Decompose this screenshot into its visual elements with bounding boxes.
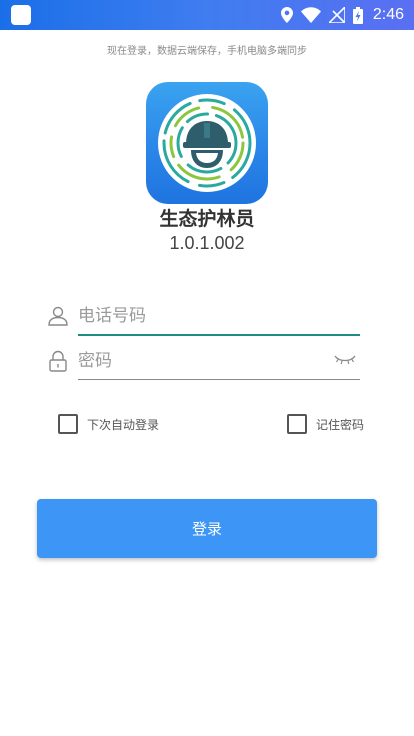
phone-field	[46, 298, 360, 338]
status-time: 2:46	[372, 6, 404, 23]
status-icons: 2:46	[280, 0, 404, 30]
remember-password-label: 记住密码	[316, 417, 365, 432]
phone-input-underline	[78, 334, 360, 336]
phone-input[interactable]	[78, 298, 360, 334]
password-field	[46, 343, 360, 383]
user-icon	[48, 306, 68, 326]
remember-password-option[interactable]: 记住密码	[287, 412, 364, 436]
forest-ranger-helmet-icon	[158, 94, 256, 192]
status-bar: 2:46	[0, 0, 414, 30]
remember-password-checkbox[interactable]	[287, 414, 307, 434]
battery-charging-icon	[352, 6, 363, 24]
login-button[interactable]: 登录	[37, 499, 377, 558]
auto-login-checkbox[interactable]	[58, 414, 78, 434]
wifi-icon	[300, 7, 321, 23]
auto-login-option[interactable]: 下次自动登录	[58, 412, 159, 436]
signal-off-icon	[328, 7, 345, 23]
app-notification-icon	[11, 5, 31, 25]
auto-login-label: 下次自动登录	[87, 417, 160, 432]
app-name: 生态护林员	[159, 208, 255, 230]
lock-icon	[49, 350, 67, 372]
password-input-underline	[78, 379, 360, 380]
sync-tagline: 现在登录，数据云端保存，手机电脑多端同步	[107, 46, 307, 57]
password-input[interactable]	[78, 343, 360, 379]
app-version: 1.0.1.002	[169, 233, 245, 253]
location-icon	[280, 7, 293, 23]
eye-closed-icon[interactable]	[334, 353, 356, 367]
app-logo	[146, 82, 268, 204]
